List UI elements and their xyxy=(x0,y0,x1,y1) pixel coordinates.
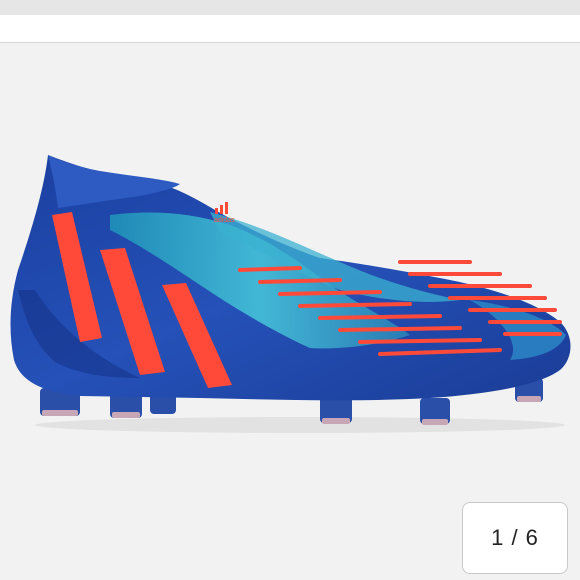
top-bar xyxy=(0,15,580,43)
adidas-logo: adidas xyxy=(214,202,235,224)
image-viewer[interactable]: adidas 1 / 6 xyxy=(0,43,580,580)
top-strip xyxy=(0,0,580,15)
image-counter[interactable]: 1 / 6 xyxy=(462,502,568,574)
product-image: adidas xyxy=(10,155,571,433)
svg-text:adidas: adidas xyxy=(214,217,235,224)
boot-shadow xyxy=(35,417,565,433)
